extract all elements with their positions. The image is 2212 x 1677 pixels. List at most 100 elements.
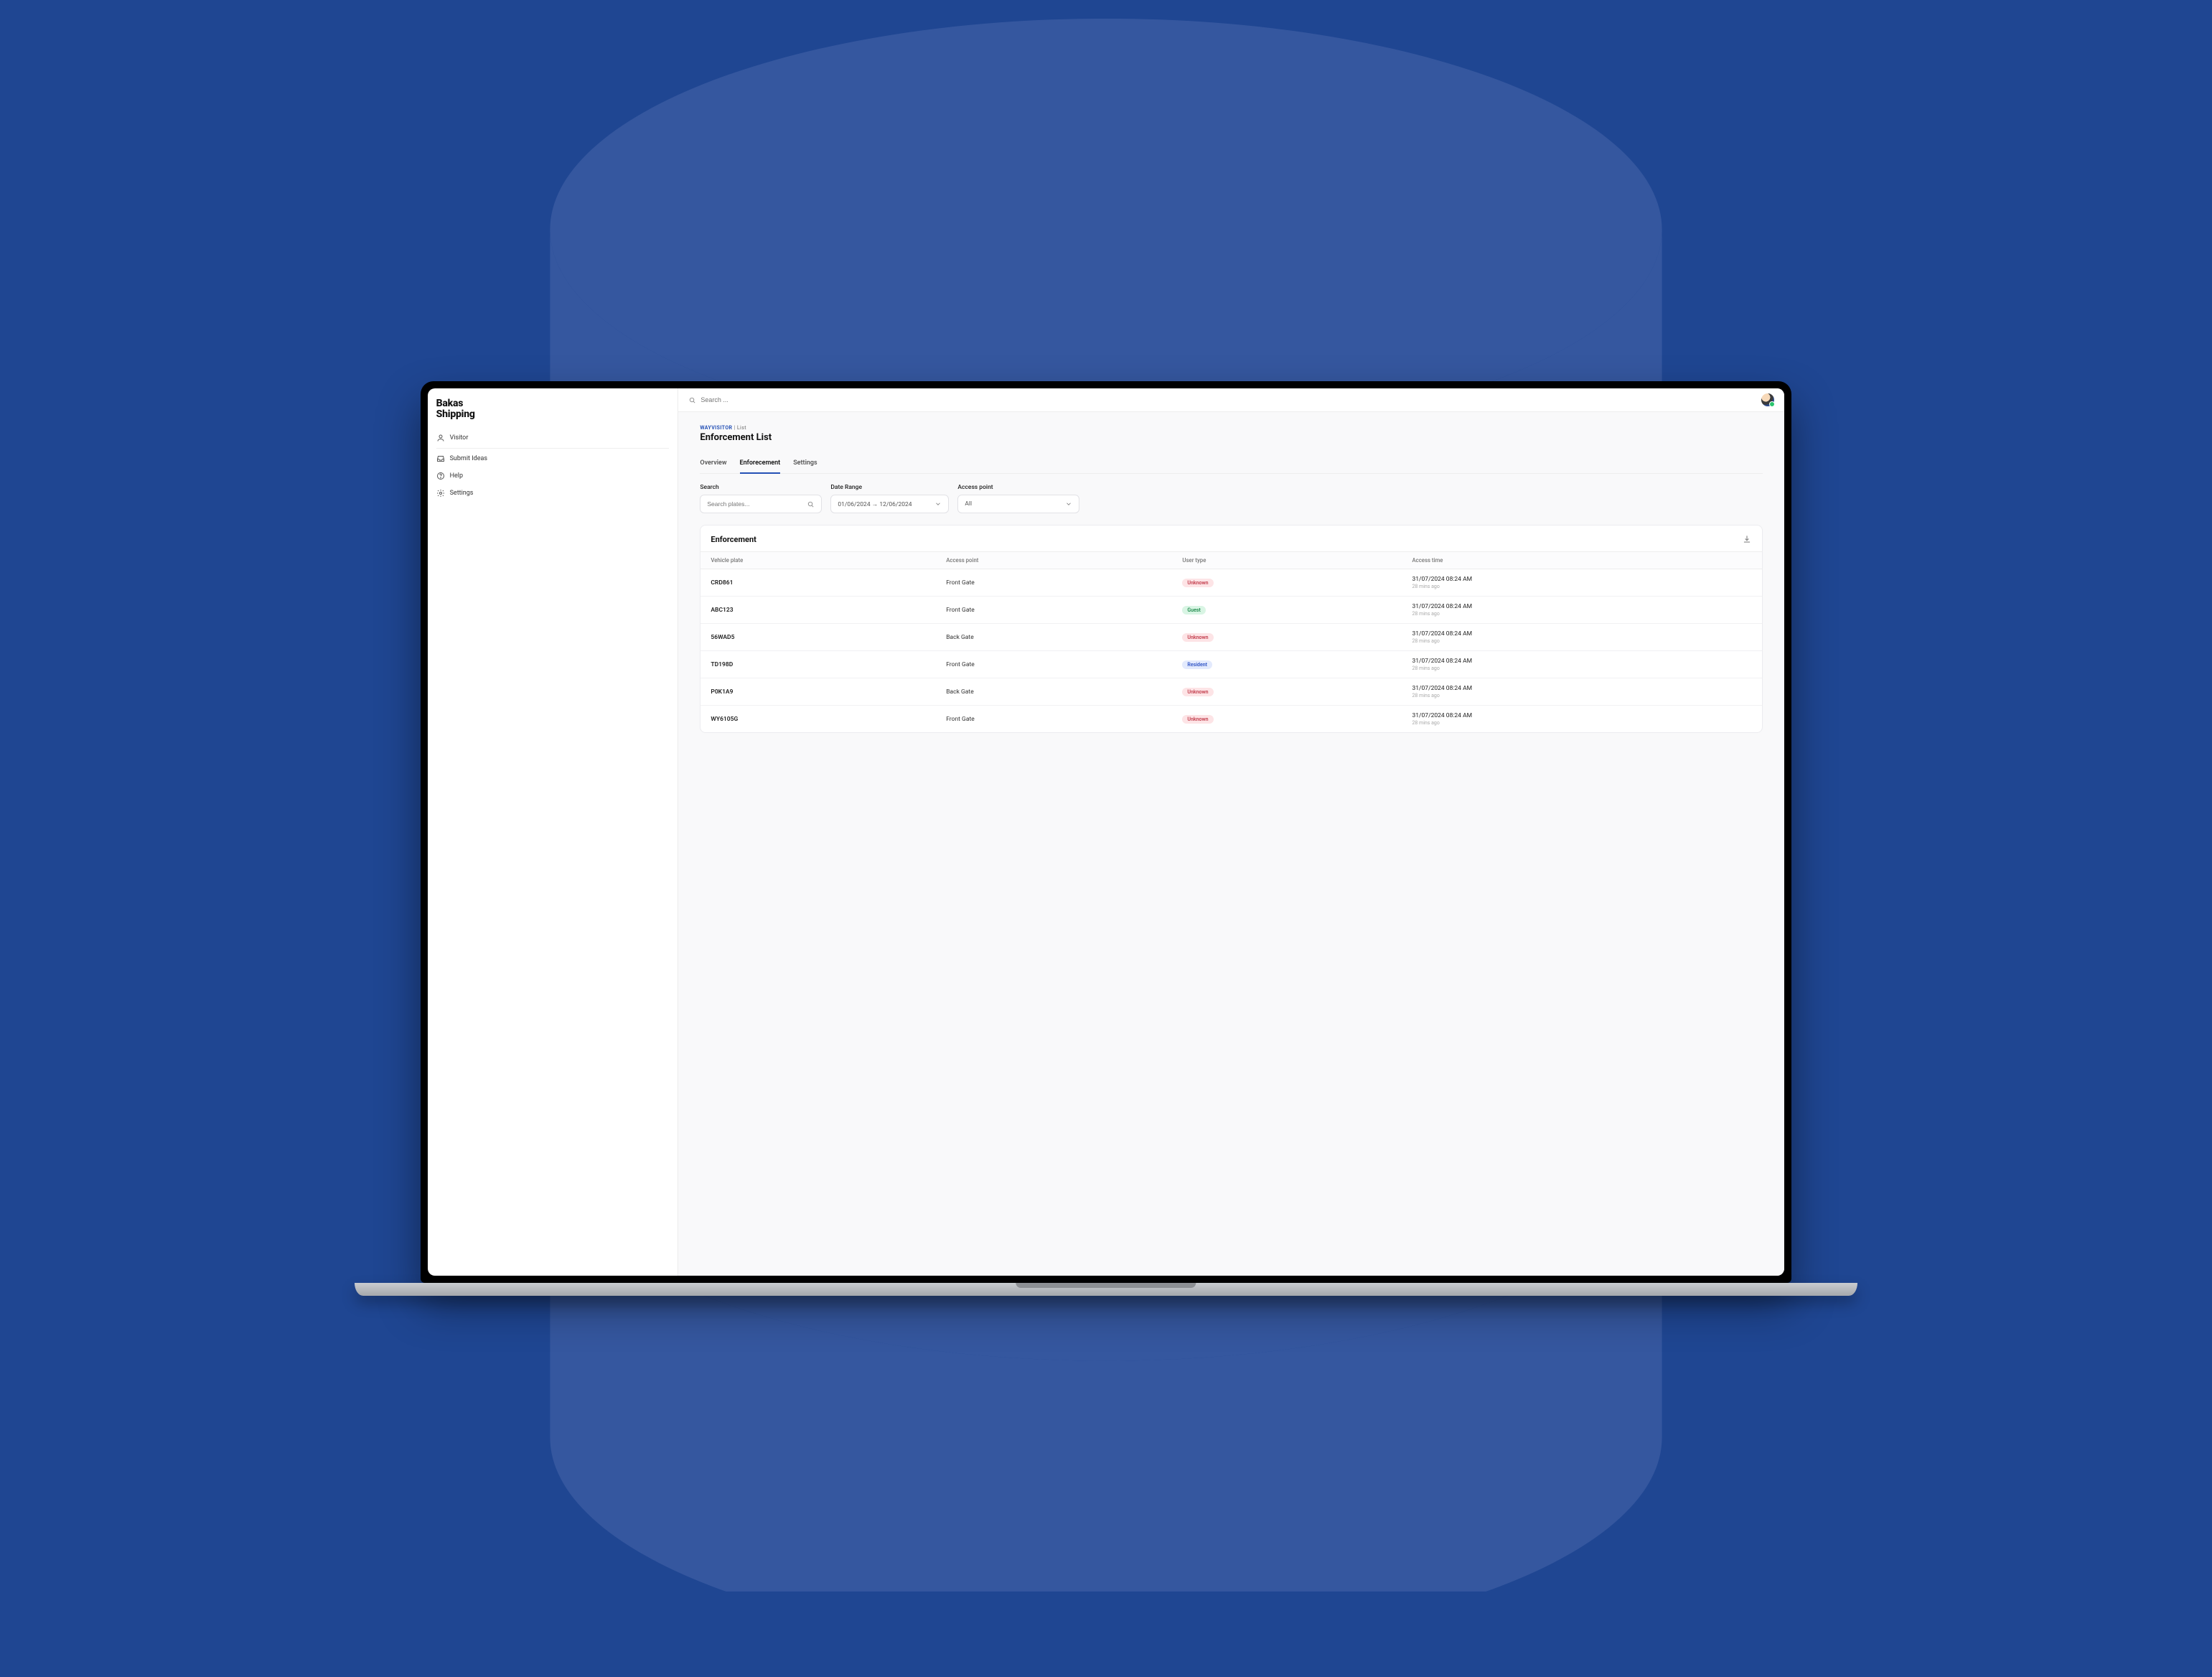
breadcrumb-sep: |: [734, 425, 736, 431]
user-type-badge: Unknown: [1182, 579, 1213, 587]
table-row[interactable]: ABC123Front Gate Guest 31/07/2024 08:24 AM…: [700, 597, 1762, 624]
filter-search-label: Search: [700, 484, 822, 491]
breadcrumb-leaf: List: [737, 425, 746, 431]
chevron-down-icon: [1065, 500, 1072, 508]
sidebar-item-settings[interactable]: Settings: [436, 485, 670, 502]
cell-plate: ABC123: [700, 597, 936, 624]
cell-user-type: Guest: [1172, 597, 1402, 624]
cell-access-time: 31/07/2024 08:24 AM28 mins ago: [1402, 569, 1762, 597]
user-type-badge: Unknown: [1182, 633, 1213, 642]
date-to: 12/06/2024: [879, 501, 911, 508]
access-time-relative: 28 mins ago: [1412, 638, 1752, 644]
filter-date-range: Date Range 01/06/2024 → 12/06/2024: [830, 484, 949, 513]
chevron-down-icon: [934, 500, 942, 508]
gear-icon: [436, 489, 445, 498]
avatar[interactable]: [1761, 393, 1774, 406]
laptop-base: [355, 1283, 1857, 1296]
cell-access-point: Front Gate: [936, 597, 1172, 624]
filter-date-label: Date Range: [830, 484, 949, 491]
cell-plate: CRD861: [700, 569, 936, 597]
access-time: 31/07/2024 08:24 AM: [1412, 603, 1752, 610]
cell-plate: 56WAD5: [700, 624, 936, 651]
search-plates-input[interactable]: [707, 500, 802, 508]
sidebar-item-visitor[interactable]: Visitor: [436, 429, 670, 447]
cell-access-time: 31/07/2024 08:24 AM28 mins ago: [1402, 678, 1762, 706]
brand-logo: Bakas Shipping: [436, 398, 670, 419]
col-plate[interactable]: Vehicle plate: [700, 552, 936, 569]
access-time-relative: 28 mins ago: [1412, 611, 1752, 617]
brand-line1: Bakas: [436, 398, 464, 409]
cell-access-point: Front Gate: [936, 706, 1172, 733]
date-arrow: →: [872, 501, 878, 508]
download-button[interactable]: [1742, 534, 1752, 544]
access-point-value: All: [965, 500, 972, 508]
cell-plate: P0K1A9: [700, 678, 936, 706]
brand-line2: Shipping: [436, 408, 475, 420]
page-title: Enforcement List: [700, 432, 1763, 443]
inbox-icon: [436, 454, 445, 463]
sidebar: Bakas Shipping Visitor Sub: [428, 388, 679, 1276]
cell-access-time: 31/07/2024 08:24 AM28 mins ago: [1402, 706, 1762, 733]
table-row[interactable]: CRD861Front GateUnknown31/07/2024 08:24 …: [700, 569, 1762, 597]
search-icon: [807, 500, 815, 508]
col-access[interactable]: Access point: [936, 552, 1172, 569]
cell-user-type: Unknown: [1172, 706, 1402, 733]
cell-user-type: Resident: [1172, 651, 1402, 678]
filter-access-label: Access point: [957, 484, 1079, 491]
table-row[interactable]: P0K1A9Back GateUnknown31/07/2024 08:24 A…: [700, 678, 1762, 706]
filter-search-field[interactable]: [700, 495, 822, 513]
table-row[interactable]: 56WAD5Back GateUnknown31/07/2024 08:24 A…: [700, 624, 1762, 651]
access-time: 31/07/2024 08:24 AM: [1412, 576, 1752, 583]
tabs: Overview Enforecement Settings: [700, 454, 1763, 474]
col-time[interactable]: Access time: [1402, 552, 1762, 569]
table-row[interactable]: TD198DFront GateResident31/07/2024 08:24…: [700, 651, 1762, 678]
enforcement-card: Enforcement Vehicle plate Access point: [700, 525, 1763, 733]
user-type-badge: Unknown: [1182, 688, 1213, 696]
enforcement-table: Vehicle plate Access point User type Acc…: [700, 551, 1762, 732]
access-time: 31/07/2024 08:24 AM: [1412, 630, 1752, 637]
cell-user-type: Unknown: [1172, 624, 1402, 651]
filter-access-point: Access point All: [957, 484, 1079, 513]
question-icon: [436, 472, 445, 480]
tab-overview[interactable]: Overview: [700, 454, 726, 474]
cell-user-type: Unknown: [1172, 569, 1402, 597]
global-search[interactable]: [688, 396, 801, 404]
sidebar-item-submit-ideas[interactable]: Submit Ideas: [436, 450, 670, 467]
breadcrumb-root[interactable]: WAYVISITOR: [700, 425, 732, 431]
col-user[interactable]: User type: [1172, 552, 1402, 569]
filter-search: Search: [700, 484, 822, 513]
breadcrumb: WAYVISITOR | List: [700, 425, 1763, 431]
sidebar-item-help[interactable]: Help: [436, 467, 670, 485]
access-time-relative: 28 mins ago: [1412, 584, 1752, 589]
access-time-relative: 28 mins ago: [1412, 693, 1752, 699]
cell-plate: WY6105G: [700, 706, 936, 733]
sidebar-item-label: Visitor: [450, 434, 469, 442]
access-time: 31/07/2024 08:24 AM: [1412, 685, 1752, 692]
access-time: 31/07/2024 08:24 AM: [1412, 712, 1752, 719]
laptop-mock: Bakas Shipping Visitor Sub: [421, 381, 1792, 1296]
sidebar-item-label: Submit Ideas: [450, 455, 487, 462]
sidebar-separator: [436, 448, 670, 449]
user-type-badge: Guest: [1182, 606, 1205, 615]
date-from: 01/06/2024: [838, 501, 870, 508]
tab-enforcement[interactable]: Enforecement: [740, 454, 781, 474]
tab-settings[interactable]: Settings: [793, 454, 817, 474]
sidebar-item-label: Help: [450, 472, 463, 480]
table-row[interactable]: WY6105GFront GateUnknown31/07/2024 08:24…: [700, 706, 1762, 733]
cell-access-time: 31/07/2024 08:24 AM28 mins ago: [1402, 624, 1762, 651]
access-time: 31/07/2024 08:24 AM: [1412, 658, 1752, 665]
access-point-field[interactable]: All: [957, 495, 1079, 513]
filters: Search Date Range: [700, 484, 1763, 513]
access-time-relative: 28 mins ago: [1412, 720, 1752, 726]
cell-user-type: Unknown: [1172, 678, 1402, 706]
main: WAYVISITOR | List Enforcement List Overv…: [678, 388, 1784, 1276]
download-icon: [1742, 534, 1752, 544]
global-search-input[interactable]: [700, 396, 801, 403]
access-time-relative: 28 mins ago: [1412, 665, 1752, 671]
card-title: Enforcement: [711, 535, 756, 544]
date-range-field[interactable]: 01/06/2024 → 12/06/2024: [830, 495, 949, 513]
person-icon: [436, 434, 445, 442]
topbar: [678, 388, 1784, 412]
user-type-badge: Resident: [1182, 660, 1212, 669]
cell-access-point: Front Gate: [936, 651, 1172, 678]
